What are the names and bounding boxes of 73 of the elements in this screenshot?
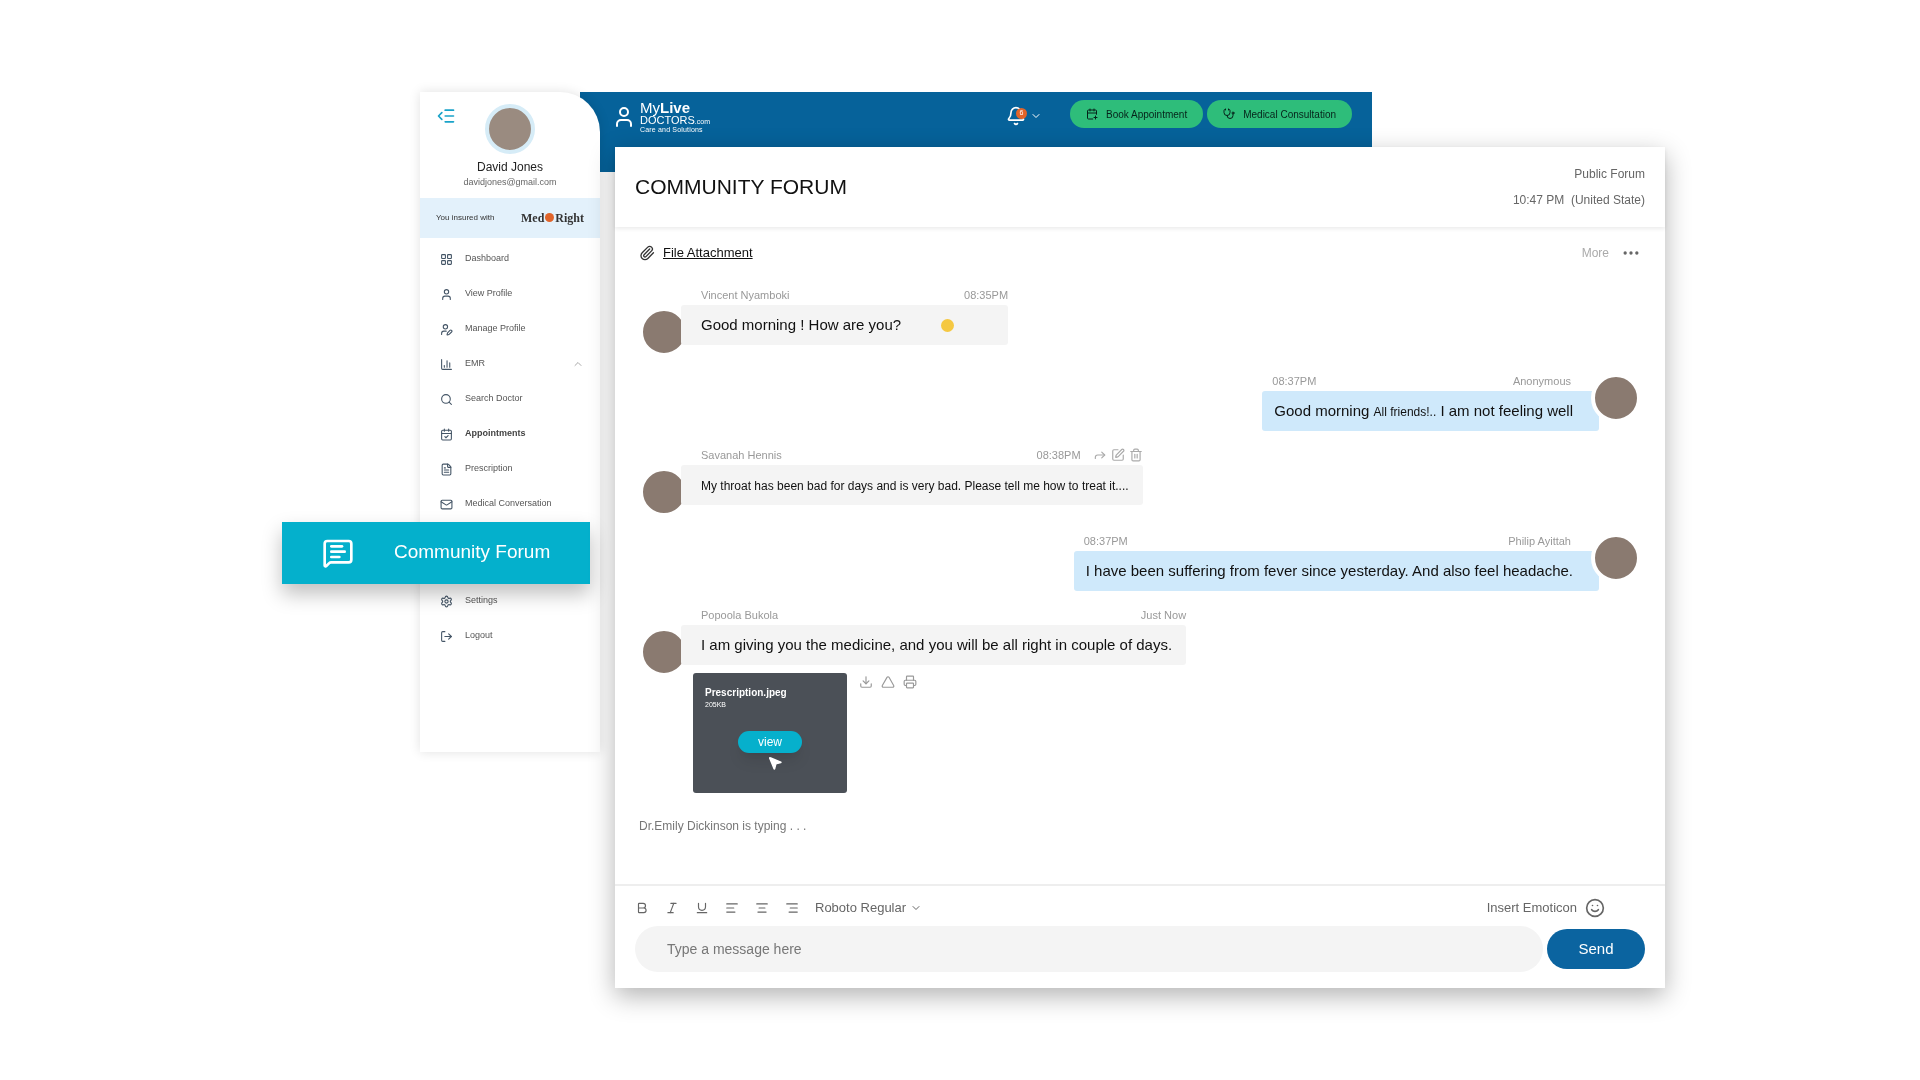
trash-icon[interactable] bbox=[1128, 448, 1143, 462]
file-name: Prescription.jpeg bbox=[705, 686, 788, 700]
envelope-icon bbox=[440, 497, 453, 511]
header-button[interactable]: Medical Consultation bbox=[1207, 100, 1352, 128]
sender-name: Vincent Nyamboki bbox=[701, 287, 790, 303]
insurance-label: You insured with bbox=[436, 211, 495, 224]
search-icon bbox=[440, 392, 453, 406]
forum-time: 10:47 PM (United State) bbox=[1512, 192, 1645, 209]
sidebar-item[interactable]: Medical Conversation bbox=[420, 486, 600, 522]
file-attachment-link[interactable]: File Attachment bbox=[663, 243, 753, 263]
sidebar-item[interactable]: Logout bbox=[420, 618, 600, 654]
sender-name: Popoola Bukola bbox=[701, 607, 779, 623]
bold-icon[interactable] bbox=[635, 901, 649, 915]
message-time: 08:38PM bbox=[1036, 447, 1081, 463]
send-button[interactable]: Send bbox=[1547, 929, 1645, 969]
insert-emoticon-button[interactable]: Insert Emoticon bbox=[1486, 898, 1605, 918]
align-center-icon[interactable] bbox=[755, 901, 769, 915]
calendar-plus-icon bbox=[1086, 108, 1098, 120]
align-left-icon[interactable] bbox=[725, 901, 739, 915]
sidebar-item[interactable]: Manage Profile bbox=[420, 311, 600, 347]
bell-icon[interactable] bbox=[1006, 106, 1026, 126]
message-text: Good morning ! How are you? bbox=[701, 315, 902, 335]
paperclip-icon bbox=[639, 245, 655, 261]
sender-name: Philip Ayittah bbox=[1508, 533, 1571, 549]
bar-chart-icon bbox=[440, 357, 453, 371]
page-title: COMMUNITY FORUM bbox=[635, 174, 847, 201]
message-time: Just Now bbox=[1140, 607, 1187, 623]
user-email: davidjones@gmail.com bbox=[463, 176, 557, 189]
message-text: I have been suffering from fever since yesterday. And also feel headache. bbox=[1085, 561, 1573, 581]
font-dropdown[interactable]: Roboto Regular bbox=[815, 898, 923, 918]
cursor-icon bbox=[767, 755, 783, 771]
person-edit-icon bbox=[440, 322, 453, 336]
sender-name: Savanah Hennis bbox=[701, 447, 782, 463]
message-text: I am giving you the medicine, and you will be all right in couple of days. bbox=[701, 635, 1173, 655]
logout-icon bbox=[440, 629, 453, 643]
sidebar-item[interactable]: Settings bbox=[420, 583, 600, 619]
message-input[interactable]: Type a message here bbox=[635, 926, 1543, 972]
italic-icon[interactable] bbox=[665, 901, 679, 915]
sender-name: Anonymous bbox=[1512, 373, 1571, 389]
message-time: 08:37PM bbox=[1083, 533, 1128, 549]
emoji-icon bbox=[941, 318, 955, 332]
sidebar-item[interactable]: Search Doctor bbox=[420, 381, 600, 417]
underline-icon[interactable] bbox=[695, 901, 709, 915]
more-label: More bbox=[1581, 245, 1609, 262]
typing-indicator: Dr.Emily Dickinson is typing . . . bbox=[639, 818, 808, 835]
avatar bbox=[485, 104, 535, 154]
stethoscope-icon bbox=[1223, 108, 1236, 120]
print-icon[interactable] bbox=[903, 675, 917, 689]
user-name: David Jones bbox=[476, 159, 543, 176]
menu-toggle-icon[interactable] bbox=[436, 106, 456, 126]
smiley-icon bbox=[1585, 898, 1605, 918]
calendar-check-icon bbox=[440, 427, 453, 441]
insurer-logo: Med Right bbox=[521, 209, 584, 227]
message-text: My throat has been bad for days and is very bad. Please tell me how to treat it.... bbox=[701, 478, 1129, 495]
forum-scope: Public Forum bbox=[1574, 166, 1645, 183]
sidebar-item[interactable]: Dashboard bbox=[420, 241, 600, 277]
download-icon[interactable] bbox=[859, 675, 873, 689]
grid-icon bbox=[440, 252, 453, 266]
document-icon bbox=[440, 462, 453, 476]
message-time: 08:35PM bbox=[964, 287, 1009, 303]
sidebar-item[interactable]: Prescription bbox=[420, 451, 600, 487]
sidebar-item[interactable]: View Profile bbox=[420, 276, 600, 312]
header-button[interactable]: Book Appointment bbox=[1070, 100, 1204, 128]
message-text: Good morning All friends!.. I am not feeling well bbox=[1274, 401, 1573, 421]
sidebar-item[interactable]: EMR bbox=[420, 346, 600, 382]
align-right-icon[interactable] bbox=[785, 901, 799, 915]
person-icon bbox=[440, 287, 453, 301]
sidebar-item[interactable]: Appointments bbox=[420, 416, 600, 452]
settings-icon bbox=[440, 594, 453, 608]
triangle-icon[interactable] bbox=[881, 675, 895, 689]
message-time: 08:37PM bbox=[1272, 373, 1317, 389]
edit-icon[interactable] bbox=[1110, 448, 1125, 462]
share-icon[interactable] bbox=[1092, 448, 1107, 462]
